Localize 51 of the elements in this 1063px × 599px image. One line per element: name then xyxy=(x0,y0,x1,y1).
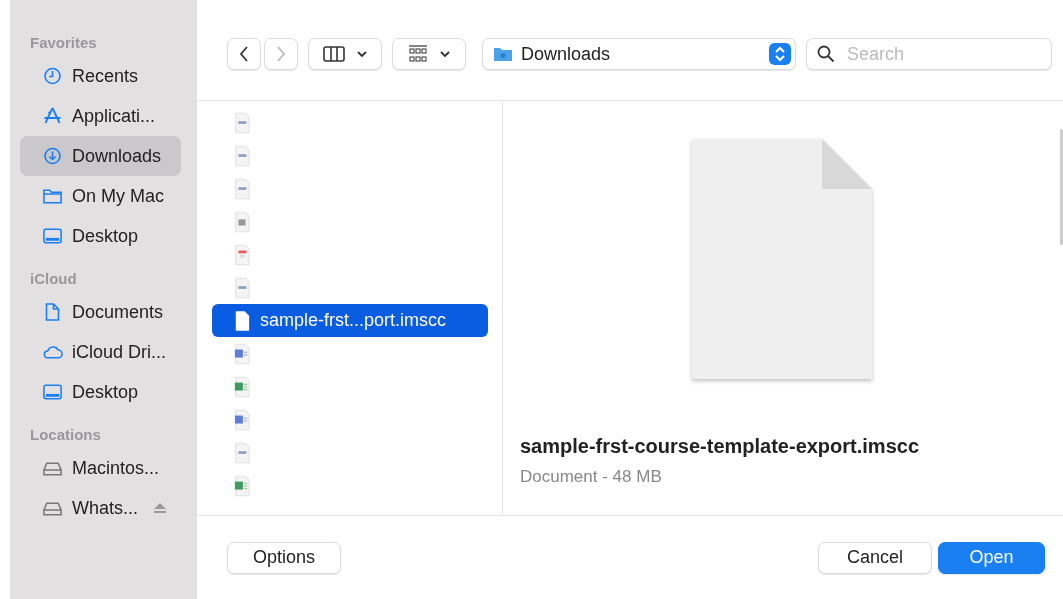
desktop-icon xyxy=(42,382,63,402)
sidebar-item[interactable]: Macintos... xyxy=(20,448,181,488)
chevron-left-icon xyxy=(239,46,249,62)
sidebar-item[interactable]: Desktop xyxy=(20,372,181,412)
spreadsheet-file-icon xyxy=(234,474,250,497)
desktop-icon xyxy=(42,226,63,246)
cancel-button[interactable]: Cancel xyxy=(818,541,932,574)
sidebar-item[interactable]: Recents xyxy=(20,56,181,96)
sidebar-heading: Locations xyxy=(29,426,102,445)
folder-icon xyxy=(493,46,513,62)
group-button[interactable] xyxy=(392,38,466,70)
image-file-icon xyxy=(234,276,250,299)
scroll-bar[interactable] xyxy=(1060,129,1063,245)
chevron-right-icon xyxy=(276,46,286,62)
app-store-icon xyxy=(42,106,63,126)
eject-icon[interactable] xyxy=(153,502,167,514)
grid-icon xyxy=(408,45,428,63)
text-file-icon xyxy=(234,210,250,233)
file-info: Document - 48 MB xyxy=(520,467,663,487)
sidebar-item[interactable]: Documents xyxy=(20,292,181,332)
column-view-button[interactable] xyxy=(308,38,382,70)
chevron-down-icon xyxy=(357,50,367,58)
columns-icon xyxy=(323,46,345,62)
sidebar-item[interactable]: Whats... xyxy=(20,488,181,528)
sidebar-item[interactable]: On My Mac xyxy=(20,176,181,216)
sidebar-heading: iCloud xyxy=(29,270,78,289)
word-file-icon xyxy=(234,408,250,431)
file-row[interactable]: sample-frst...port.imscc xyxy=(212,304,488,337)
back-button[interactable] xyxy=(227,38,261,70)
download-icon xyxy=(42,146,63,166)
search-field[interactable]: Search xyxy=(806,38,1052,70)
clock-icon xyxy=(42,66,63,86)
options-button[interactable]: Options xyxy=(227,541,341,574)
chevron-down-icon xyxy=(440,50,450,58)
sidebar-item[interactable]: Desktop xyxy=(20,216,181,256)
sidebar-item[interactable]: iCloud Dri... xyxy=(20,332,181,372)
image-file-icon xyxy=(234,111,250,134)
open-button[interactable]: Open xyxy=(938,541,1045,574)
spreadsheet-file-icon xyxy=(234,375,250,398)
image-file-icon xyxy=(234,144,250,167)
stepper-icon xyxy=(769,43,791,65)
image-file-icon xyxy=(234,441,250,464)
document-icon xyxy=(234,309,250,332)
file-name: sample-frst-course-template-export.imscc xyxy=(520,435,920,458)
pdf-file-icon xyxy=(234,243,250,266)
image-file-icon xyxy=(234,177,250,200)
sidebar-item[interactable]: Applicati... xyxy=(20,96,181,136)
sidebar-heading: Favorites xyxy=(29,34,98,53)
word-file-icon xyxy=(234,342,250,365)
location-popup[interactable]: Downloads xyxy=(482,38,796,70)
sidebar-item[interactable]: Downloads xyxy=(20,136,181,176)
